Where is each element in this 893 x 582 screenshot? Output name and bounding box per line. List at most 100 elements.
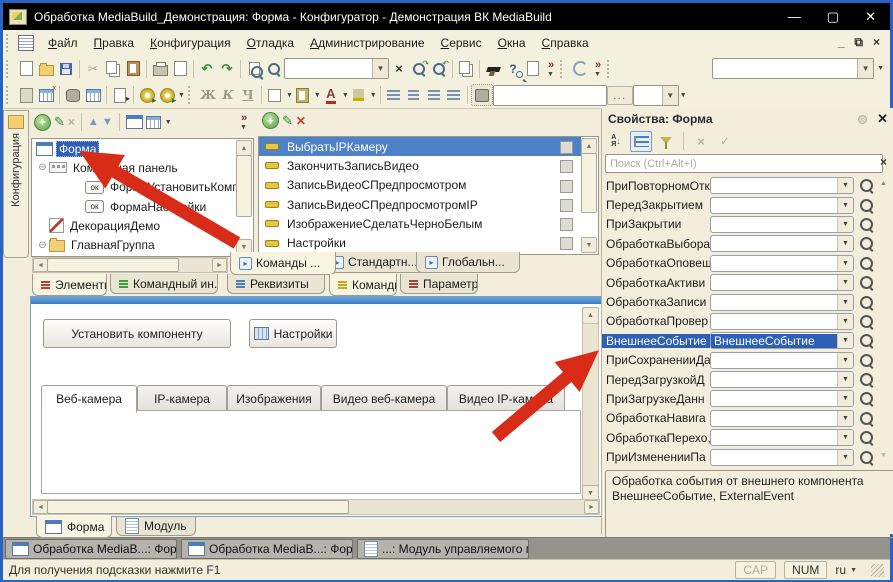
property-value-field[interactable]: ▼ xyxy=(710,352,854,369)
search-combobox[interactable]: ▼ xyxy=(284,58,389,79)
chevron-down-icon[interactable]: ▼ xyxy=(662,86,678,105)
scroll-down-button[interactable]: ▼ xyxy=(581,237,597,253)
save-icon[interactable] xyxy=(56,59,76,79)
chevron-down-icon[interactable]: ▼ xyxy=(342,92,349,99)
help-search-icon[interactable]: ? xyxy=(503,59,523,79)
database-icon[interactable] xyxy=(63,85,83,105)
command-checkbox[interactable] xyxy=(560,141,573,154)
toolbar-grip[interactable] xyxy=(6,60,13,78)
ellipsis-button[interactable]: ... xyxy=(607,86,633,105)
window-list-combobox[interactable]: ▼ xyxy=(712,58,874,79)
form-tab-Видео-IP-камера[interactable]: Видео IP-камера xyxy=(447,385,565,413)
tab-Команды-[interactable]: ▸Команды ... xyxy=(230,252,336,275)
property-value-field[interactable]: ▼ xyxy=(710,313,854,330)
menu-item-правка[interactable]: Правка xyxy=(86,33,143,53)
scroll-up-button[interactable]: ▲ xyxy=(876,176,891,190)
open-value-magnifier-icon[interactable] xyxy=(860,199,873,212)
tab-Глобальн-[interactable]: ▸Глобальн... xyxy=(416,252,520,273)
property-row[interactable]: ОбработкаНавига▼ xyxy=(602,409,874,428)
open-value-magnifier-icon[interactable] xyxy=(860,431,873,444)
property-row[interactable]: ОбработкаПерехо,▼ xyxy=(602,428,874,447)
chevron-down-icon[interactable]: ▼ xyxy=(314,92,321,99)
tree-item[interactable]: окФормаУстановитьКомпонен xyxy=(32,178,237,197)
mdi-restore-button[interactable]: ⧉ xyxy=(854,35,863,50)
resize-grip[interactable] xyxy=(871,564,884,577)
property-row[interactable]: ОбработкаПровер▼ xyxy=(602,312,874,331)
designer-vscrollbar[interactable] xyxy=(582,323,599,487)
designer-hscrollbar[interactable]: ◄ ► xyxy=(32,499,600,515)
open-value-magnifier-icon[interactable] xyxy=(860,296,873,309)
find-next-icon[interactable]: ↷ xyxy=(409,59,429,79)
open-value-magnifier-icon[interactable] xyxy=(860,257,873,270)
mdi-minimize-button[interactable]: _ xyxy=(838,35,845,50)
mdi-close-button[interactable]: × xyxy=(873,35,880,50)
property-row[interactable]: ПриЗагрузкеДанн▼ xyxy=(602,389,874,408)
menu-item-справка[interactable]: Справка xyxy=(534,33,597,53)
command-checkbox[interactable] xyxy=(560,160,573,173)
form-tab-Веб-камера[interactable]: Веб-камера xyxy=(41,385,137,413)
move-down-icon[interactable]: ▼ xyxy=(102,116,113,128)
scroll-left-button[interactable]: ◄ xyxy=(33,500,48,514)
chevron-down-icon[interactable]: ▼ xyxy=(286,92,293,99)
border-icon[interactable] xyxy=(265,85,285,105)
align-justify-icon[interactable] xyxy=(444,85,464,105)
scrollbar-thumb[interactable] xyxy=(47,500,349,514)
edit-icon[interactable]: ✎ xyxy=(282,113,293,129)
chevron-down-icon[interactable]: ▼ xyxy=(837,178,853,193)
tree-item[interactable]: ДекорацияДемо xyxy=(32,216,237,235)
tab-Реквизиты[interactable]: Реквизиты xyxy=(227,274,325,294)
tab-Командный-ин-[interactable]: Командный ин... xyxy=(110,274,218,294)
tree-item[interactable]: ⊖ГлавнаяГруппа xyxy=(32,235,237,254)
filter-icon[interactable] xyxy=(656,132,676,151)
align-right-icon[interactable] xyxy=(424,85,444,105)
command-item[interactable]: Настройки xyxy=(259,233,581,252)
chevron-down-icon[interactable]: ▼ xyxy=(837,275,853,290)
close-button[interactable]: ✕ xyxy=(865,10,876,24)
system-menu-icon[interactable] xyxy=(18,35,34,51)
command-item[interactable]: ЗаписьВидеоСПредпросмотром xyxy=(259,176,581,195)
chevron-down-icon[interactable]: ▼ xyxy=(837,314,853,329)
scrollbar-thumb[interactable] xyxy=(47,258,179,272)
menu-item-файл[interactable]: Файл xyxy=(40,33,86,53)
scroll-up-button[interactable]: ▲ xyxy=(582,307,599,324)
property-row[interactable]: ПриИзмененииПа▼ xyxy=(602,447,874,466)
property-value-field[interactable]: ▼ xyxy=(710,449,854,466)
scroll-down-button[interactable]: ▼ xyxy=(876,448,891,462)
italic-icon[interactable]: К xyxy=(218,85,238,105)
more-buttons-chevron[interactable]: »▼ xyxy=(590,59,604,79)
scroll-up-button[interactable]: ▲ xyxy=(581,138,597,154)
window-bar-tab[interactable]: ...: Модуль управляемого п... xyxy=(357,539,529,559)
undo-icon[interactable]: ↶ xyxy=(197,59,217,79)
scroll-right-button[interactable]: ► xyxy=(584,500,599,514)
toolbar-options-icon[interactable]: ▼ xyxy=(877,65,884,72)
refresh-config-icon[interactable] xyxy=(570,59,590,79)
menu-item-администрирование[interactable]: Администрирование xyxy=(302,33,432,53)
window-bar-tab[interactable]: Обработка MediaB...: Форма xyxy=(5,539,177,559)
search-icon[interactable] xyxy=(264,59,284,79)
cd-publish-icon[interactable] xyxy=(137,85,157,105)
find-previous-icon[interactable]: ↶ xyxy=(429,59,449,79)
chevron-down-icon[interactable]: ▼ xyxy=(837,217,853,232)
highlight-icon[interactable] xyxy=(349,85,369,105)
commands-list[interactable]: ВыбратьIPКамеруЗакончитьЗаписьВидеоЗапис… xyxy=(258,136,599,255)
redo-icon[interactable]: ↷ xyxy=(217,59,237,79)
cancel-edit-icon[interactable]: × xyxy=(691,132,711,151)
toolbar-grip[interactable] xyxy=(188,86,195,104)
tab-Команды[interactable]: Команды xyxy=(329,274,397,296)
property-row[interactable]: ВнешнееСобытиеВнешнееСобытие▼ xyxy=(602,331,874,350)
dock-tab-configuration[interactable]: Конфигурация xyxy=(3,110,29,258)
tab-Элементы[interactable]: Элементы xyxy=(32,274,107,296)
move-up-icon[interactable]: ▲ xyxy=(88,116,99,128)
install-component-button[interactable]: Установить компоненту xyxy=(43,319,231,348)
settings-button[interactable]: Настройки xyxy=(249,319,337,348)
paste-icon[interactable] xyxy=(123,59,143,79)
command-item[interactable]: ИзображениеСделатьЧерноБелым xyxy=(259,214,581,233)
open-value-magnifier-icon[interactable] xyxy=(860,373,873,386)
style-field[interactable] xyxy=(493,85,607,106)
zoom-combobox[interactable]: ▼ xyxy=(633,85,679,106)
chevron-down-icon[interactable]: ▼ xyxy=(857,59,873,78)
property-row[interactable]: ПередЗакрытием▼ xyxy=(602,195,874,214)
open-value-magnifier-icon[interactable] xyxy=(860,179,873,192)
open-value-magnifier-icon[interactable] xyxy=(860,237,873,250)
tab-Параметры[interactable]: Параметры xyxy=(400,274,478,294)
